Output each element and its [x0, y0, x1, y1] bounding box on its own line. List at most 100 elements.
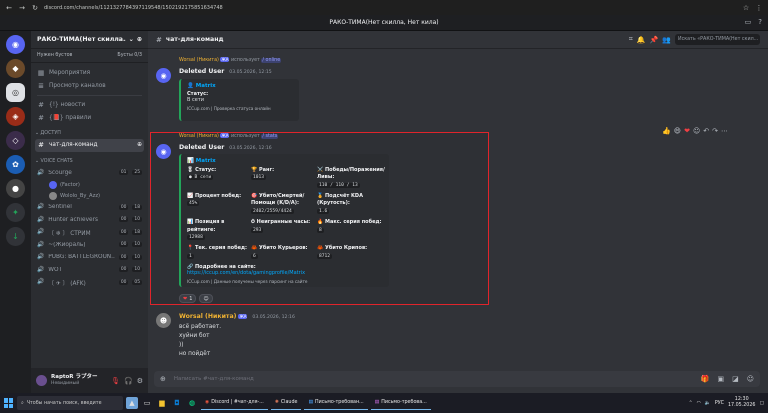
mic-muted-icon[interactable]: 🎙	[111, 377, 120, 385]
taskbar-app-label: Письмо-требован...	[315, 400, 364, 405]
reply-preview[interactable]: Worsal (Никита) ЖА использует / stats	[179, 133, 760, 139]
category-voice[interactable]: ⌄ Voice Chats	[31, 156, 148, 167]
embed-title[interactable]: 📊 Matrix	[187, 158, 383, 164]
headphones-icon[interactable]: 🎧	[124, 377, 133, 385]
edge-icon[interactable]: ◍	[186, 397, 198, 409]
reaction-heart[interactable]: ❤ 1	[179, 294, 197, 303]
author-name[interactable]: Deleted User	[179, 144, 224, 151]
file-explorer-icon[interactable]: ▆	[156, 397, 168, 409]
star-icon[interactable]: ☆	[742, 4, 750, 12]
voice-limit: 18	[132, 204, 142, 210]
author-name[interactable]: Deleted User	[179, 68, 224, 75]
invite-icon[interactable]: ⊕	[137, 36, 142, 43]
voice-channel[interactable]: 🔊 WOT 00 10	[31, 264, 148, 277]
address-bar[interactable]: discord.com/channels/1121327784397119548…	[44, 5, 737, 11]
speaker-icon: 🔊	[37, 169, 45, 176]
bell-icon[interactable]: 🔔	[637, 36, 646, 44]
windows-start-icon[interactable]	[4, 398, 14, 408]
field-value: 2402/2559/4424	[251, 208, 317, 216]
arrow-left-icon[interactable]: ←	[5, 4, 13, 12]
channel-browse[interactable]: ≣ Просмотр каналов	[31, 80, 148, 93]
reload-icon[interactable]: ↻	[31, 4, 39, 12]
voice-channel[interactable]: 🔊 〔 ✈ 〕 (AFK) 00 05	[31, 276, 148, 289]
arrow-right-icon[interactable]: →	[18, 4, 26, 12]
help-icon[interactable]: ?	[758, 18, 762, 26]
members-icon[interactable]: 👥	[662, 36, 671, 44]
voice-channel[interactable]: 🔊 Sentinel 00 18	[31, 201, 148, 214]
gif-icon[interactable]: ▣	[717, 375, 724, 383]
explore-icon[interactable]: ✦	[6, 203, 25, 222]
emoji-icon[interactable]: ☺	[747, 375, 754, 383]
voice-channel[interactable]: 🔊 ~(Жиораль) 00 10	[31, 239, 148, 252]
boost-bar[interactable]: Нужен бустов Бусты 0/3	[31, 49, 148, 63]
server-icon[interactable]: ◆	[6, 59, 25, 78]
task-view-icon[interactable]: ▭	[141, 397, 153, 409]
landscape-icon[interactable]: ▲	[126, 397, 138, 409]
channel-events[interactable]: ▦ Мероприятия	[31, 67, 148, 80]
discord-avatar-icon[interactable]: ◉	[156, 144, 171, 159]
server-icon[interactable]: ●	[6, 179, 25, 198]
message-composer[interactable]: ⊕ Написать #чат-для-команд 🎁 ▣ ◪ ☺	[154, 371, 760, 387]
voice-channel[interactable]: 🔊 Hunter achievers 00 10	[31, 214, 148, 227]
channel-rules[interactable]: # {📕} правили	[31, 112, 148, 125]
add-member-icon[interactable]: ⊕	[137, 142, 142, 148]
server-icon-active[interactable]: ◎	[6, 83, 25, 102]
discord-home-icon[interactable]: ◉	[6, 35, 25, 54]
reply-preview[interactable]: Worsal (Никита) ЖА использует / online	[179, 57, 760, 63]
message[interactable]: Worsal (Никита) ЖА использует / stats ◉ …	[156, 133, 760, 303]
taskbar-app-letter1[interactable]: ▤ Письмо-требован...	[304, 396, 368, 410]
field-value-text: 8	[317, 227, 324, 233]
server-header[interactable]: РАКО-ТИМА(Нет скилла... ⌄ ⊕	[31, 31, 148, 49]
profile-link[interactable]: https://iccup.com/en/dota/gamingprofile/…	[187, 270, 383, 276]
message-input[interactable]: Написать #чат-для-команд	[174, 376, 693, 382]
avatar[interactable]: ☻	[156, 313, 171, 328]
pin-icon[interactable]: 📌	[650, 36, 659, 44]
voice-channel-label: Scourge	[48, 169, 72, 176]
voice-user[interactable]: Wololo_By_Azz)	[31, 190, 148, 201]
inbox-icon[interactable]: ▭	[745, 18, 752, 26]
wifi-icon[interactable]: ◠	[697, 401, 701, 406]
clock[interactable]: 12:30 17.05.2026	[728, 397, 755, 409]
threads-icon[interactable]: ⌗	[629, 35, 633, 44]
hash-icon: #	[156, 35, 162, 44]
download-icon[interactable]: ↓	[6, 227, 25, 246]
gift-icon[interactable]: 🎁	[701, 375, 710, 383]
voice-user[interactable]: (Factor)	[31, 179, 148, 190]
add-reaction-button[interactable]: ☺	[199, 294, 213, 303]
taskbar-app-discord[interactable]: ◉ Discord | #чат-для-...	[201, 396, 268, 410]
voice-channel[interactable]: 🔊 Scourge 01 25	[31, 167, 148, 180]
language-indicator[interactable]: РУС	[715, 401, 724, 406]
notification-icon[interactable]: ▢	[759, 401, 764, 406]
menu-icon[interactable]: ⋮	[755, 4, 763, 12]
search-input[interactable]: Искать «РАКО-ТИМА(Нет скил...	[675, 34, 760, 45]
author-name[interactable]: Worsal (Никита)	[179, 313, 237, 320]
discord-avatar-icon[interactable]: ◉	[156, 68, 171, 83]
volume-icon[interactable]: 🔈	[705, 401, 711, 406]
category-access[interactable]: ⌄ Доступ	[31, 128, 148, 139]
reply-author: Worsal (Никита)	[179, 58, 219, 63]
channel-label: {📕} правили	[49, 114, 92, 121]
voice-channel[interactable]: 🔊 〔 ❄ 〕 СТРИМ 00 18	[31, 226, 148, 239]
plus-icon[interactable]: ⊕	[160, 375, 166, 383]
chevron-up-icon[interactable]: ⌃	[689, 401, 693, 406]
taskbar-search[interactable]: ⌕ Чтобы начать поиск, введите	[17, 396, 123, 410]
server-icon[interactable]: ✿	[6, 155, 25, 174]
server-icon[interactable]: ◈	[6, 107, 25, 126]
slash-command[interactable]: / online	[261, 58, 282, 63]
server-icon[interactable]: ◇	[6, 131, 25, 150]
taskbar-app-claude[interactable]: ✺ Claude	[270, 396, 302, 410]
message[interactable]: ☻ Worsal (Никита) ЖА 03.05.2026, 12:16 в…	[156, 313, 760, 363]
field-value: 1.6	[317, 208, 385, 216]
channel-news[interactable]: # {!} новости	[31, 99, 148, 112]
sticker-icon[interactable]: ◪	[732, 375, 739, 383]
outlook-icon[interactable]: ◘	[171, 397, 183, 409]
field-name: 📈 Процент побед:	[187, 193, 242, 200]
gear-icon[interactable]: ⚙	[137, 377, 143, 385]
avatar[interactable]	[36, 375, 47, 386]
field-value-text: 1013	[251, 175, 267, 181]
slash-command[interactable]: / stats	[261, 134, 279, 139]
embed-title[interactable]: 👤 Matrix	[187, 83, 293, 89]
taskbar-app-letter2[interactable]: ▤ Письмо-требова...	[370, 396, 431, 410]
voice-channel[interactable]: 🔊 PUBG: BATTLEGROUN... 00 10	[31, 251, 148, 264]
channel-active[interactable]: # чат-для-команд ⊕	[35, 139, 144, 152]
